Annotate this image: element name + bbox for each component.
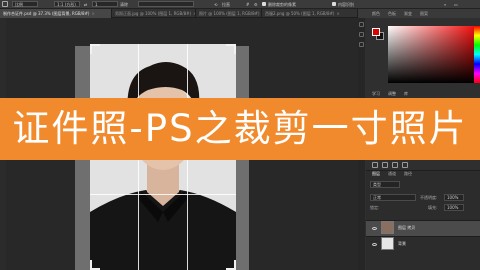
layer-thumbnail — [381, 221, 394, 234]
tab-label: 男照正面.jpg @ 100% (图层 1, RGB/8#) — [115, 11, 192, 16]
properties-icon[interactable] — [359, 32, 364, 37]
grid-icon[interactable]: # — [246, 0, 249, 9]
tab-document-4[interactable]: 西服2.png @ 50% (图层 1, RGB/8#) × — [262, 9, 358, 18]
crop-tool-icon[interactable] — [2, 1, 8, 7]
close-icon[interactable]: × — [92, 11, 95, 16]
layer-kind-filter[interactable]: 类型 — [370, 181, 400, 188]
foreground-color-swatch[interactable] — [372, 28, 380, 36]
tab-channels[interactable]: 通道 — [388, 170, 396, 178]
tab-label: 照片 @ 100% (图层 1, RGB/8#) — [199, 11, 260, 16]
tab-layers[interactable]: 图层 — [372, 170, 380, 178]
tab-label: 制作合证件.psd @ 37.3% (图层背景, RGB/8#) — [3, 11, 90, 16]
overlay-select[interactable] — [138, 1, 194, 7]
curves-icon[interactable] — [392, 162, 398, 168]
close-icon[interactable]: × — [336, 11, 339, 16]
content-aware-label: 内容识别 — [338, 2, 354, 7]
exposure-icon[interactable] — [402, 162, 408, 168]
settings-gear-icon[interactable]: ⚙ — [254, 0, 258, 9]
blend-mode-select[interactable]: 正常 — [370, 194, 416, 201]
crop-handle-top-right[interactable] — [234, 44, 236, 54]
tab-gradient[interactable]: 渐变 — [404, 9, 412, 18]
opacity-label: 不透明度: — [420, 195, 438, 200]
tab-paths[interactable]: 路径 — [404, 170, 412, 178]
ratio-select[interactable]: 比例 — [12, 1, 38, 7]
brush-icon[interactable] — [359, 42, 364, 47]
tab-swatches[interactable]: 色板 — [388, 9, 396, 18]
tab-label: 西服2.png @ 50% (图层 1, RGB/8#) — [265, 11, 335, 16]
ratio-height-field[interactable]: 1 — [92, 1, 118, 7]
straighten-button[interactable]: 拉直 — [222, 0, 230, 9]
options-bar: 比例 1:1 (方形) ⇄ 1 清除 ⟲ 拉直 # ⚙ 删除裁剪的像素 内容识别… — [0, 0, 480, 9]
history-icon[interactable] — [359, 22, 364, 27]
swap-icon[interactable]: ⇄ — [84, 0, 87, 9]
crop-grid-line — [90, 194, 236, 195]
color-panel-tabs: 颜色 色板 渐变 图案 — [358, 9, 480, 18]
clear-button[interactable]: 清除 — [120, 0, 128, 9]
delete-cropped-checkbox[interactable] — [262, 2, 266, 6]
color-picker-field[interactable] — [388, 26, 480, 83]
search-icon[interactable]: ⌕ — [444, 0, 446, 9]
brightness-icon[interactable] — [372, 162, 378, 168]
crop-handle-top-left[interactable] — [90, 44, 92, 54]
layer-thumbnail — [381, 237, 394, 250]
visibility-eye-icon[interactable] — [372, 243, 377, 246]
hue-slider[interactable] — [474, 26, 480, 83]
document-tabbar: 制作合证件.psd @ 37.3% (图层背景, RGB/8#) × 男照正面.j… — [0, 9, 358, 18]
delete-cropped-label: 删除裁剪的像素 — [268, 2, 296, 7]
tab-libraries[interactable]: 库 — [404, 90, 408, 98]
fill-field[interactable]: 100% — [444, 204, 464, 211]
tab-document-2[interactable]: 男照正面.jpg @ 100% (图层 1, RGB/8#)× — [112, 9, 196, 18]
fill-label: 填充: — [428, 205, 438, 210]
tab-adjustments[interactable]: 调整 — [388, 90, 396, 98]
straighten-icon[interactable]: ⟲ — [214, 0, 217, 9]
tab-learn[interactable]: 学习 — [372, 90, 380, 98]
visibility-eye-icon[interactable] — [372, 227, 377, 230]
tab-pattern[interactable]: 图案 — [420, 9, 428, 18]
opacity-field[interactable]: 100% — [444, 194, 464, 201]
ratio-width-field[interactable]: 1:1 (方形) — [54, 1, 80, 7]
tab-document-1[interactable]: 制作合证件.psd @ 37.3% (图层背景, RGB/8#) × — [0, 9, 112, 18]
layer-name: 背景 — [398, 241, 406, 246]
tab-color[interactable]: 颜色 — [372, 9, 380, 18]
layer-name: 图层 拷贝 — [398, 225, 416, 230]
tab-document-3[interactable]: 照片 @ 100% (图层 1, RGB/8#)× — [196, 9, 262, 18]
content-aware-checkbox[interactable] — [332, 2, 336, 6]
banner-title: 证件照-PS之裁剪一寸照片 — [12, 107, 468, 150]
workspace-icon[interactable]: ▭ — [454, 0, 458, 9]
lock-label: 锁定: — [370, 205, 380, 210]
levels-icon[interactable] — [382, 162, 388, 168]
